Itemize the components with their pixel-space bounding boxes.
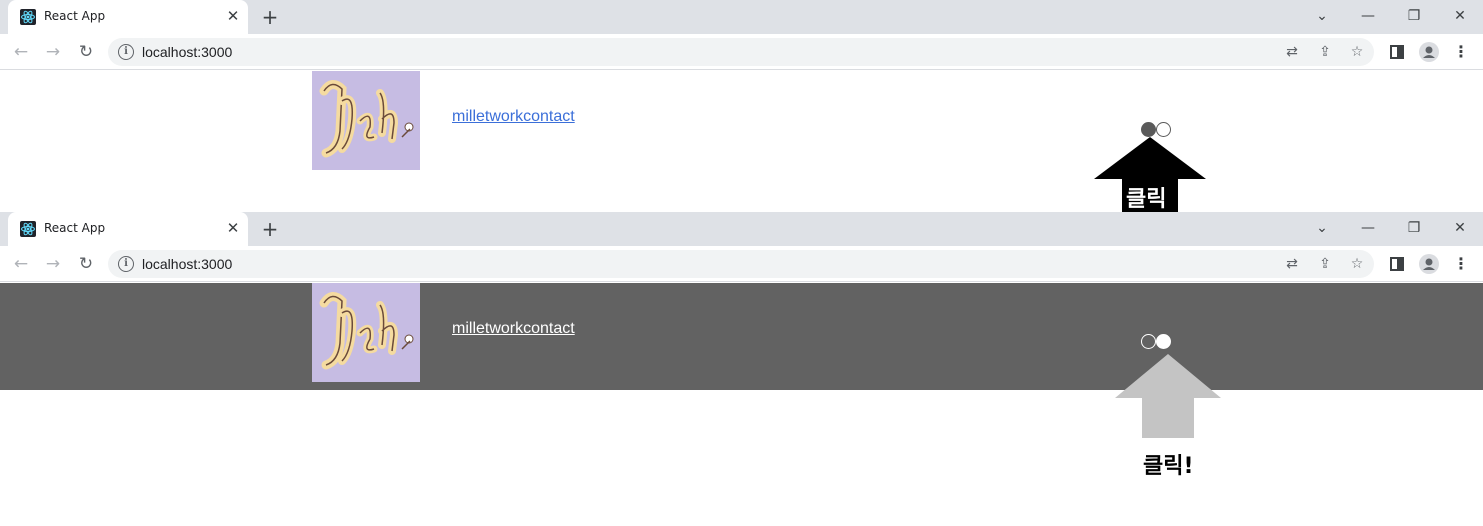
minimize-button[interactable]: — [1354,216,1382,240]
minimize-button[interactable]: — [1354,4,1382,28]
info-icon[interactable]: i [118,256,134,272]
back-arrow-icon[interactable]: ← [9,252,33,276]
restore-button[interactable]: ❐ [1400,4,1428,28]
up-arrow-annotation-gray [1115,354,1221,438]
bookmark-star-icon[interactable]: ☆ [1347,42,1367,62]
side-panel-icon[interactable] [1390,45,1404,59]
tab-react-app[interactable]: React App ✕ [8,212,248,246]
tab-search-icon[interactable]: ⌄ [1308,216,1336,240]
click-label-bottom: 클릭! [1143,454,1194,479]
new-tab-button[interactable]: + [259,6,281,28]
react-logo-icon [20,221,36,237]
share-icon[interactable]: ⇪ [1315,42,1335,62]
profile-avatar-icon[interactable] [1419,42,1439,62]
milletworkcontact-link[interactable]: milletworkcontact [452,320,575,338]
menu-kebab-icon[interactable]: ⋮ [1451,254,1471,274]
toggle-dot-inactive [1156,122,1171,137]
page-content: milletworkcontact 클릭 [0,71,1483,213]
tab-title: React App [44,221,106,235]
bookmark-star-icon[interactable]: ☆ [1347,254,1367,274]
tab-strip: React App ✕ + ⌄ — ❐ ✕ [0,0,1483,34]
site-logo[interactable] [312,71,420,170]
forward-arrow-icon[interactable]: → [41,40,65,64]
tab-search-icon[interactable]: ⌄ [1308,4,1336,28]
share-icon[interactable]: ⇪ [1315,254,1335,274]
new-tab-button[interactable]: + [259,218,281,240]
page-content-dark: milletworkcontact [0,283,1483,390]
menu-kebab-icon[interactable]: ⋮ [1451,42,1471,62]
address-bar[interactable]: i localhost:3000 ⇄ ⇪ ☆ [108,250,1374,278]
browser-toolbar: ← → ↻ i localhost:3000 ⇄ ⇪ ☆ ⋮ [0,34,1483,70]
tab-close-icon[interactable]: ✕ [224,219,242,237]
url-text: localhost:3000 [142,256,233,272]
browser-window-dark: React App ✕ + ⌄ — ❐ ✕ ← → ↻ i localhost:… [0,212,1483,526]
browser-toolbar: ← → ↻ i localhost:3000 ⇄ ⇪ ☆ ⋮ [0,246,1483,282]
tab-title: React App [44,9,106,23]
site-logo[interactable] [312,283,420,382]
react-logo-icon [20,9,36,25]
toggle-dot-active [1141,122,1156,137]
milletworkcontact-link[interactable]: milletworkcontact [452,108,575,126]
reload-icon[interactable]: ↻ [74,40,98,64]
info-icon[interactable]: i [118,44,134,60]
tab-close-icon[interactable]: ✕ [224,7,242,25]
browser-window-light: React App ✕ + ⌄ — ❐ ✕ ← → ↻ i localhost:… [0,0,1483,213]
back-arrow-icon[interactable]: ← [9,40,33,64]
tab-strip: React App ✕ + ⌄ — ❐ ✕ [0,212,1483,246]
side-panel-icon[interactable] [1390,257,1404,271]
restore-button[interactable]: ❐ [1400,216,1428,240]
translate-icon[interactable]: ⇄ [1282,42,1302,62]
forward-arrow-icon[interactable]: → [41,252,65,276]
toggle-dot-inactive [1141,334,1156,349]
theme-toggle[interactable] [1141,334,1171,350]
url-text: localhost:3000 [142,44,233,60]
tab-react-app[interactable]: React App ✕ [8,0,248,34]
theme-toggle[interactable] [1141,122,1171,138]
reload-icon[interactable]: ↻ [74,252,98,276]
address-bar[interactable]: i localhost:3000 ⇄ ⇪ ☆ [108,38,1374,66]
profile-avatar-icon[interactable] [1419,254,1439,274]
close-window-button[interactable]: ✕ [1446,4,1474,28]
close-window-button[interactable]: ✕ [1446,216,1474,240]
translate-icon[interactable]: ⇄ [1282,254,1302,274]
toggle-dot-active [1156,334,1171,349]
click-label-top: 클릭 [1126,187,1167,212]
